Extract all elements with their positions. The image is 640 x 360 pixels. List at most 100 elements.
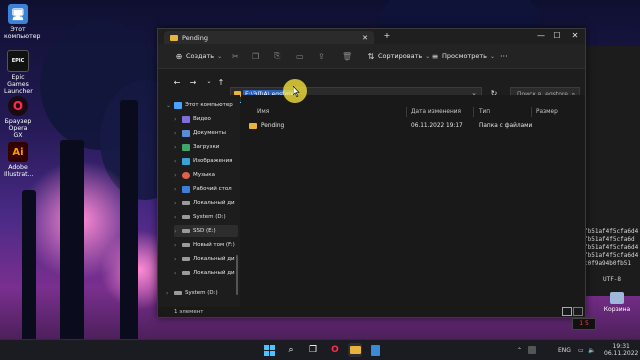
terminal-taskbar-button[interactable] — [368, 343, 382, 357]
maximize-button[interactable]: ☐ — [550, 31, 564, 40]
chevron-right-icon[interactable]: › — [174, 214, 182, 221]
terminal-line: c0f9a94b0fb51 — [584, 260, 631, 267]
rename-icon[interactable]: ▭ — [296, 49, 306, 63]
chevron-right-icon[interactable]: › — [174, 130, 182, 137]
sidebar-item-local-disk[interactable]: › Локальный ди — [174, 197, 235, 209]
chevron-right-icon[interactable]: › — [174, 256, 182, 263]
sidebar-item-this-pc[interactable]: ⌄ Этот компьютер — [166, 99, 233, 111]
chevron-right-icon[interactable]: › — [174, 228, 182, 235]
tab-title: Pending — [182, 33, 208, 42]
view-button[interactable]: ≡ Просмотреть ⌄ — [430, 49, 495, 63]
column-header-size[interactable]: Размер — [536, 109, 558, 115]
navigation-pane: ⌄ Этот компьютер › Видео › Документы › З… — [158, 95, 240, 307]
share-icon[interactable]: ⇪ — [318, 49, 328, 63]
sidebar-item-video[interactable]: › Видео — [174, 113, 211, 125]
chevron-down-icon: ⌄ — [489, 52, 496, 60]
desktop-icon — [182, 185, 190, 193]
column-divider[interactable] — [473, 107, 474, 117]
sidebar-item-label: Загрузки — [193, 144, 220, 150]
chevron-right-icon[interactable]: › — [174, 172, 182, 179]
recent-chevron-icon[interactable]: ⌄ — [204, 78, 214, 85]
create-button[interactable]: ⊕ Создать ⌄ — [174, 49, 222, 63]
forward-arrow-icon[interactable]: → — [188, 78, 198, 87]
delete-icon[interactable]: 🗑 — [342, 49, 352, 63]
sidebar-item-ssd-e[interactable]: › SSD (E:) — [174, 225, 238, 237]
search-button[interactable]: ⌕ — [284, 343, 298, 357]
sidebar-scrollbar[interactable] — [236, 255, 238, 295]
plus-circle-icon: ⊕ — [175, 51, 183, 61]
table-row[interactable]: Pending 06.11.2022 19:17 Папка с файлами — [247, 121, 577, 133]
tab-pending[interactable]: Pending ✕ — [164, 31, 374, 44]
column-header-name[interactable]: Имя — [257, 109, 269, 115]
network-icon[interactable]: ▭ — [578, 340, 584, 360]
file-explorer-window[interactable]: Pending ✕ + — ☐ ✕ ⊕ Создать ⌄ ✂ ❐ ⎘ ▭ ⇪ … — [157, 28, 586, 318]
terminal-line: fb51af4f5cfa6d — [584, 236, 635, 243]
close-tab-icon[interactable]: ✕ — [362, 34, 368, 42]
sort-label: Сортировать — [378, 52, 423, 60]
chevron-right-icon[interactable]: › — [174, 270, 182, 277]
details-view-icon[interactable] — [562, 307, 572, 316]
chevron-right-icon[interactable]: › — [174, 200, 182, 207]
desktop-icon-illustrator[interactable]: Ai Adobe Illustrat... — [4, 142, 34, 178]
sidebar-item-pictures[interactable]: › Изображения — [174, 155, 232, 167]
sidebar-item-music[interactable]: › Музыка — [174, 169, 215, 181]
chevron-right-icon[interactable]: › — [174, 242, 182, 249]
column-header-date[interactable]: Дата изменения — [411, 109, 461, 115]
item-count: 1 элемент — [174, 309, 204, 315]
up-arrow-icon[interactable]: ↑ — [216, 78, 226, 87]
terminal-line: fb51af4f5cfa6d4 — [584, 252, 639, 259]
minimize-button[interactable]: — — [534, 31, 548, 40]
drive-icon — [182, 243, 190, 247]
command-bar: ⊕ Создать ⌄ ✂ ❐ ⎘ ▭ ⇪ 🗑 ⇅ Сортировать ⌄ … — [158, 44, 585, 69]
documents-icon — [182, 129, 190, 137]
start-button[interactable] — [262, 343, 276, 357]
recycle-bin[interactable]: Корзина — [600, 292, 634, 313]
more-options-button[interactable]: ··· — [500, 49, 508, 63]
sidebar-item-system-d[interactable]: › System (D:) — [174, 211, 226, 223]
drive-icon — [182, 215, 190, 219]
copy-icon[interactable]: ❐ — [252, 49, 262, 63]
desktop-icon-epic-games[interactable]: EPIC Epic Games Launcher — [4, 50, 33, 95]
cut-icon[interactable]: ✂ — [232, 49, 242, 63]
column-header-type[interactable]: Тип — [479, 109, 490, 115]
new-tab-button[interactable]: + — [380, 31, 394, 40]
clock[interactable]: 19:31 06.11.2022 — [604, 340, 638, 360]
sidebar-item-downloads[interactable]: › Загрузки — [174, 141, 219, 153]
clock-time: 19:31 — [612, 343, 630, 350]
opera-gx-taskbar-button[interactable]: O — [328, 343, 342, 357]
back-arrow-icon[interactable]: ← — [172, 78, 182, 87]
drive-icon — [182, 271, 190, 275]
sidebar-item-system-d[interactable]: › System (D:) — [166, 287, 218, 299]
title-bar[interactable]: Pending ✕ + — ☐ ✕ — [158, 29, 585, 44]
sidebar-item-local-disk[interactable]: › Локальный ди — [174, 253, 235, 265]
file-explorer-taskbar-button[interactable] — [348, 343, 362, 357]
column-divider[interactable] — [531, 107, 532, 117]
sidebar-item-label: Локальный ди — [193, 256, 235, 262]
volume-icon[interactable]: 🔈 — [588, 340, 595, 360]
chevron-right-icon[interactable]: › — [174, 144, 182, 151]
sidebar-item-local-disk[interactable]: › Локальный ди — [174, 267, 235, 279]
epic-games-icon: EPIC — [7, 50, 29, 72]
sidebar-item-desktop[interactable]: › Рабочий стол — [174, 183, 232, 195]
tray-overflow-icon[interactable]: ⌃ — [517, 340, 522, 360]
tiles-view-icon[interactable] — [573, 307, 583, 316]
close-button[interactable]: ✕ — [568, 31, 582, 40]
sidebar-item-documents[interactable]: › Документы — [174, 127, 226, 139]
desktop-icon-opera-gx[interactable]: O Браузер Opera GX — [4, 96, 32, 139]
downloads-icon — [182, 143, 190, 151]
task-view-button[interactable]: ❐ — [306, 343, 320, 357]
desktop-icon-this-pc[interactable]: 🖥 Этот компьютер — [4, 4, 40, 40]
chevron-down-icon[interactable]: ⌄ — [166, 102, 174, 109]
chevron-right-icon[interactable]: › — [166, 290, 174, 297]
chevron-right-icon[interactable]: › — [174, 116, 182, 123]
taskbar: ⌕ ❐ O ⌃ ENG ▭ 🔈 19:31 06.11.2022 — [0, 339, 640, 360]
sidebar-item-new-volume-f[interactable]: › Новый том (F:) — [174, 239, 235, 251]
chevron-right-icon[interactable]: › — [174, 186, 182, 193]
sidebar-item-label: Локальный ди — [193, 270, 235, 276]
tray-app-icon[interactable] — [528, 340, 536, 360]
sort-button[interactable]: ⇅ Сортировать ⌄ — [366, 49, 431, 63]
column-divider[interactable] — [406, 107, 407, 117]
language-indicator[interactable]: ENG — [558, 340, 571, 360]
paste-icon[interactable]: ⎘ — [274, 49, 284, 63]
chevron-right-icon[interactable]: › — [174, 158, 182, 165]
